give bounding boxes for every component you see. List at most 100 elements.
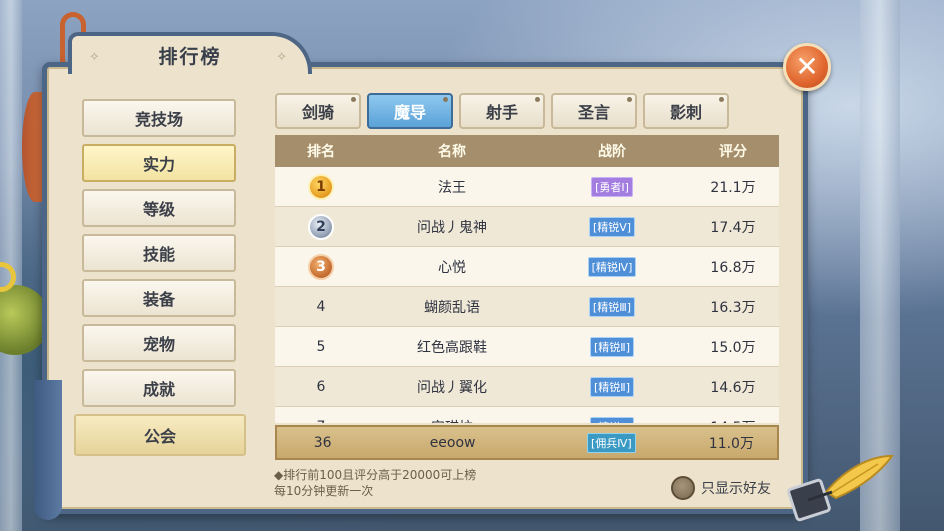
- category-label: 公会: [143, 427, 176, 446]
- dot-icon: [627, 97, 632, 102]
- rules-note-line: ◆排行前100且评分高于20000可上榜: [274, 468, 477, 482]
- score-cell: 16.8万: [710, 259, 756, 276]
- category-label: 等级: [142, 200, 175, 219]
- table-row[interactable]: 3 心悦 [精锐Ⅳ] 16.8万: [275, 247, 779, 287]
- ribbon-bookmark-decoration: [34, 380, 62, 520]
- rank-cell: 2: [275, 213, 367, 240]
- table-row[interactable]: 1 法王 [勇者Ⅰ] 21.1万: [275, 167, 779, 207]
- my-name: eeoow: [429, 434, 476, 451]
- title-tab: ⟡ 排行榜 ⟡: [68, 32, 312, 74]
- dot-icon: [443, 97, 448, 102]
- tier-cell: [精锐Ⅱ]: [537, 336, 687, 357]
- category-label: 竞技场: [134, 110, 183, 129]
- category-pet[interactable]: 宠物: [82, 324, 236, 362]
- my-rank: 36: [313, 434, 332, 451]
- tab-label: 影刺: [669, 103, 702, 122]
- category-label: 装备: [142, 290, 175, 309]
- rules-note: ◆排行前100且评分高于20000可上榜 每10分钟更新一次: [274, 467, 476, 499]
- tier-badge: [精锐Ⅱ]: [590, 416, 634, 423]
- player-name: 问战丿鬼神: [417, 219, 487, 236]
- tier-cell: [勇者Ⅰ]: [537, 176, 687, 197]
- tab-assassin[interactable]: 影刺: [643, 93, 729, 129]
- my-score: 11.0万: [708, 435, 754, 452]
- tab-sword-knight[interactable]: 剑骑: [275, 93, 361, 129]
- dot-icon: [719, 97, 724, 102]
- category-label: 宠物: [142, 335, 175, 354]
- score-cell: 15.0万: [710, 339, 756, 356]
- player-name: 心悦: [438, 259, 466, 276]
- category-achievement[interactable]: 成就: [82, 369, 236, 407]
- rank-cell: 3: [275, 253, 367, 280]
- tier-badge: [精锐Ⅱ]: [590, 336, 634, 357]
- category-label: 实力: [142, 155, 175, 174]
- rules-note-line: 每10分钟更新一次: [274, 484, 374, 498]
- rank-cell: 4: [316, 298, 326, 315]
- silver-medal-icon: 2: [308, 213, 334, 240]
- tier-cell: [精锐Ⅳ]: [537, 256, 687, 277]
- category-power[interactable]: 实力: [82, 144, 236, 182]
- ranking-rows[interactable]: 1 法王 [勇者Ⅰ] 21.1万 2 问战丿鬼神 [精锐Ⅴ] 17.4万 3 心悦 [精锐Ⅳ] 16.…: [275, 167, 779, 423]
- table-row[interactable]: 5 红色高跟鞋 [精锐Ⅱ] 15.0万: [275, 327, 779, 367]
- score-cell: 14.5万: [687, 417, 779, 424]
- rank-cell: 7: [275, 419, 367, 424]
- tier-badge: [精锐Ⅴ]: [588, 216, 636, 237]
- category-label: 技能: [142, 245, 175, 264]
- table-row[interactable]: 6 问战丿翼化 [精锐Ⅱ] 14.6万: [275, 367, 779, 407]
- table-row[interactable]: 7安琪拉 [精锐Ⅱ] 14.5万: [275, 407, 779, 423]
- tier-cell: [精锐Ⅱ]: [537, 376, 687, 397]
- ornament-icon: ⟡: [90, 49, 99, 64]
- tier-badge: [精锐Ⅱ]: [590, 376, 634, 397]
- tab-label: 剑骑: [301, 103, 334, 122]
- tier-cell: [精锐Ⅲ]: [537, 296, 687, 317]
- tier-badge: [精锐Ⅲ]: [588, 296, 636, 317]
- category-label: 成就: [142, 380, 175, 399]
- category-level[interactable]: 等级: [82, 189, 236, 227]
- my-tier-cell: [佣兵Ⅳ]: [537, 432, 686, 453]
- page-title: 排行榜: [158, 45, 222, 68]
- category-skill[interactable]: 技能: [82, 234, 236, 272]
- friends-only-label: 只显示好友: [701, 481, 771, 497]
- player-name: 问战丿翼化: [417, 379, 487, 396]
- score-cell: 21.1万: [710, 179, 756, 196]
- category-guild[interactable]: 公会: [74, 414, 246, 456]
- rank-cell: 5: [316, 338, 326, 355]
- tab-mage[interactable]: 魔导: [367, 93, 453, 129]
- tab-archer[interactable]: 射手: [459, 93, 545, 129]
- tier-badge: [勇者Ⅰ]: [591, 176, 633, 197]
- rank-cell: 6: [316, 378, 326, 395]
- dot-icon: [535, 97, 540, 102]
- player-name: 红色高跟鞋: [417, 339, 487, 356]
- table-row[interactable]: 4 蝴颜乱语 [精锐Ⅲ] 16.3万: [275, 287, 779, 327]
- score-cell: 16.3万: [710, 299, 756, 316]
- ranking-table: 排名 名称 战阶 评分 1 法王 [勇者Ⅰ] 21.1万 2 问战丿鬼神 [精锐Ⅴ] 17.4…: [275, 135, 779, 460]
- category-arena[interactable]: 竞技场: [82, 99, 236, 137]
- tier-cell: [精锐Ⅱ]: [537, 416, 687, 423]
- header-score: 评分: [719, 144, 747, 160]
- category-equipment[interactable]: 装备: [82, 279, 236, 317]
- my-tier-badge: [佣兵Ⅳ]: [586, 432, 636, 453]
- tab-label: 魔导: [393, 103, 426, 122]
- player-name: 蝴颜乱语: [424, 299, 480, 316]
- player-name: 安琪拉: [367, 417, 537, 424]
- tab-label: 圣言: [577, 103, 610, 122]
- tab-priest[interactable]: 圣言: [551, 93, 637, 129]
- friends-only-toggle[interactable]: 只显示好友: [671, 476, 771, 500]
- rank-cell: 1: [275, 173, 367, 200]
- ornament-icon: ⟡: [277, 49, 286, 64]
- dot-icon: [351, 97, 356, 102]
- gold-medal-icon: 1: [308, 173, 334, 200]
- table-row[interactable]: 2 问战丿鬼神 [精锐Ⅴ] 17.4万: [275, 207, 779, 247]
- player-name: 法王: [438, 179, 466, 196]
- close-button[interactable]: ✕: [783, 43, 831, 91]
- quill-pen-icon: [787, 454, 894, 522]
- header-name: 名称: [438, 144, 466, 160]
- tier-cell: [精锐Ⅴ]: [537, 216, 687, 237]
- tab-label: 射手: [485, 103, 518, 122]
- tier-badge: [精锐Ⅳ]: [587, 256, 637, 277]
- close-icon: ✕: [795, 50, 819, 83]
- header-tier: 战阶: [598, 144, 626, 160]
- my-rank-row: 36 eeoow [佣兵Ⅳ] 11.0万: [275, 425, 779, 460]
- score-cell: 14.6万: [710, 379, 756, 396]
- bronze-medal-icon: 3: [308, 253, 334, 280]
- radio-button[interactable]: [671, 476, 695, 500]
